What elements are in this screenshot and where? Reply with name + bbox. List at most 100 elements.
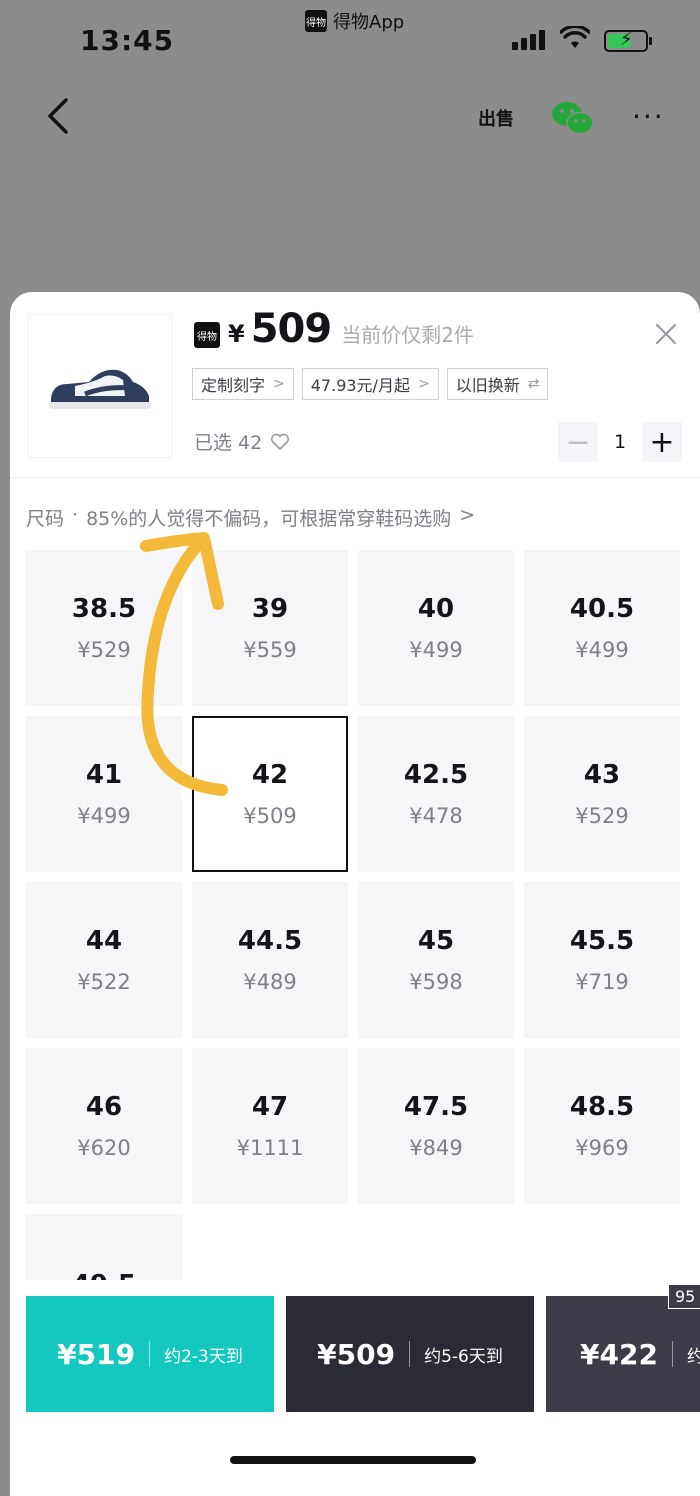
buy-delivery: 约5-6天到 — [424, 1346, 503, 1367]
size-label: 尺码 — [26, 508, 65, 530]
size-option[interactable]: 47 ¥1111 — [192, 1048, 348, 1204]
condition-badge: 95 — [668, 1284, 700, 1309]
size-price: ¥1111 — [236, 1136, 304, 1160]
size-value: 45.5 — [569, 926, 635, 956]
buy-option-other[interactable]: ¥422 约1 — [546, 1296, 700, 1412]
back-app-label: 得物App — [333, 12, 405, 33]
product-thumbnail — [28, 314, 172, 458]
tag-label: 定制刻字 — [201, 376, 266, 395]
size-price: ¥969 — [575, 1136, 629, 1160]
size-value: 41 — [85, 760, 123, 790]
buy-price: ¥509 — [317, 1337, 396, 1371]
size-value: 45 — [417, 926, 455, 956]
dewu-logo-icon: 得物 — [305, 10, 327, 32]
size-option[interactable]: 39 ¥559 — [192, 550, 348, 706]
size-option[interactable]: 42.5 ¥478 — [358, 716, 514, 872]
decrease-quantity-button[interactable]: − — [558, 422, 598, 462]
service-tags: 定制刻字 > 47.93元/月起 > 以旧换新 ⇄ — [192, 368, 549, 400]
size-option[interactable]: 44 ¥522 — [26, 882, 182, 1038]
size-price: ¥620 — [77, 1136, 131, 1160]
quantity-value: 1 — [613, 431, 627, 453]
swap-icon: ⇄ — [527, 376, 540, 392]
buy-option-standard[interactable]: ¥509 约5-6天到 — [286, 1296, 534, 1412]
size-price: ¥522 — [77, 970, 131, 994]
size-price: ¥478 — [409, 804, 463, 828]
size-option[interactable]: 44.5 ¥489 — [192, 882, 348, 1038]
battery-icon: ⚡ — [604, 29, 652, 52]
tag-trade-in[interactable]: 以旧换新 ⇄ — [446, 368, 549, 400]
chevron-right-icon: > — [459, 504, 476, 526]
size-price: ¥719 — [575, 970, 629, 994]
buy-delivery: 约1 — [686, 1346, 700, 1367]
wifi-icon — [560, 26, 590, 48]
price-note: 当前价仅剩2件 — [341, 323, 474, 347]
size-value: 48.5 — [569, 1092, 635, 1122]
selected-label: 已选 42 — [194, 432, 263, 454]
size-fit-hint: 85%的人觉得不偏码，可根据常穿鞋码选购 — [86, 508, 452, 530]
size-guide-link[interactable]: 尺码 · 85%的人觉得不偏码，可根据常穿鞋码选购 > — [26, 504, 475, 531]
size-option[interactable]: 46 ¥620 — [26, 1048, 182, 1204]
heart-icon[interactable] — [270, 433, 290, 451]
sell-button[interactable]: 出售 — [476, 98, 516, 138]
buy-option-fast[interactable]: ¥519 约2-3天到 — [26, 1296, 274, 1412]
size-value: 47 — [251, 1092, 289, 1122]
sneaker-image — [49, 369, 151, 409]
size-option[interactable]: 47.5 ¥849 — [358, 1048, 514, 1204]
size-option[interactable]: 45.5 ¥719 — [524, 882, 680, 1038]
size-value: 42 — [251, 760, 289, 790]
size-option[interactable]: 40.5 ¥499 — [524, 550, 680, 706]
signal-icon — [512, 30, 545, 50]
back-to-app-link[interactable]: 得物 得物App — [305, 8, 404, 34]
size-value: 44.5 — [237, 926, 303, 956]
size-value: 38.5 — [71, 594, 137, 624]
size-value: 40.5 — [569, 594, 635, 624]
size-value: 47.5 — [403, 1092, 469, 1122]
tag-installment[interactable]: 47.93元/月起 > — [301, 368, 439, 400]
product-price: ¥ 509 当前价仅剩2件 — [228, 306, 474, 352]
status-time: 13:45 — [80, 24, 175, 57]
buy-price: ¥519 — [57, 1337, 136, 1371]
chevron-right-icon: > — [273, 376, 285, 392]
size-value: 40 — [417, 594, 455, 624]
size-price: ¥849 — [409, 1136, 463, 1160]
size-value: 39 — [251, 594, 289, 624]
size-price: ¥499 — [409, 638, 463, 662]
divider — [10, 477, 700, 478]
wechat-share-icon[interactable] — [550, 98, 596, 138]
quantity-stepper: − 1 + — [558, 422, 682, 462]
home-indicator — [230, 1456, 476, 1464]
selected-size-info: 已选 42 — [194, 428, 290, 455]
size-price: ¥529 — [77, 638, 131, 662]
back-arrow-icon[interactable] — [44, 96, 74, 136]
size-value: 49.5 — [72, 1270, 136, 1280]
size-option[interactable]: 43 ¥529 — [524, 716, 680, 872]
size-option[interactable]: 45 ¥598 — [358, 882, 514, 1038]
size-price: ¥509 — [243, 804, 297, 828]
price-value: 509 — [250, 306, 332, 352]
brand-badge-icon: 得物 — [194, 322, 220, 348]
tag-custom-engraving[interactable]: 定制刻字 > — [192, 368, 294, 400]
separator-dot: · — [72, 504, 79, 526]
size-value: 42.5 — [403, 760, 469, 790]
size-option[interactable]: 41 ¥499 — [26, 716, 182, 872]
size-price: ¥499 — [77, 804, 131, 828]
size-price: ¥598 — [409, 970, 463, 994]
size-grid: 38.5 ¥529 39 ¥559 40 ¥499 40.5 ¥499 41 ¥499 42 ¥509… — [26, 550, 696, 1280]
close-icon[interactable] — [652, 320, 680, 348]
more-options-icon[interactable]: ··· — [632, 100, 668, 133]
size-option[interactable]: 49.5 — [26, 1214, 182, 1280]
size-value: 46 — [85, 1092, 123, 1122]
tag-label: 以旧换新 — [455, 376, 520, 395]
size-option[interactable]: 42 ¥509 — [192, 716, 348, 872]
buy-price: ¥422 — [580, 1337, 658, 1371]
purchase-bar: ¥519 约2-3天到 ¥509 约5-6天到 ¥422 约1 95 — [10, 1284, 700, 1496]
size-price: ¥489 — [243, 970, 297, 994]
size-price: ¥529 — [575, 804, 629, 828]
size-selection-sheet: 得物 ¥ 509 当前价仅剩2件 定制刻字 > 47.93元/月起 > 以旧换新… — [10, 292, 700, 1496]
size-price: ¥559 — [243, 638, 297, 662]
size-option[interactable]: 40 ¥499 — [358, 550, 514, 706]
size-option[interactable]: 38.5 ¥529 — [26, 550, 182, 706]
chevron-right-icon: > — [417, 376, 430, 392]
size-option[interactable]: 48.5 ¥969 — [524, 1048, 680, 1204]
increase-quantity-button[interactable]: + — [642, 422, 682, 462]
